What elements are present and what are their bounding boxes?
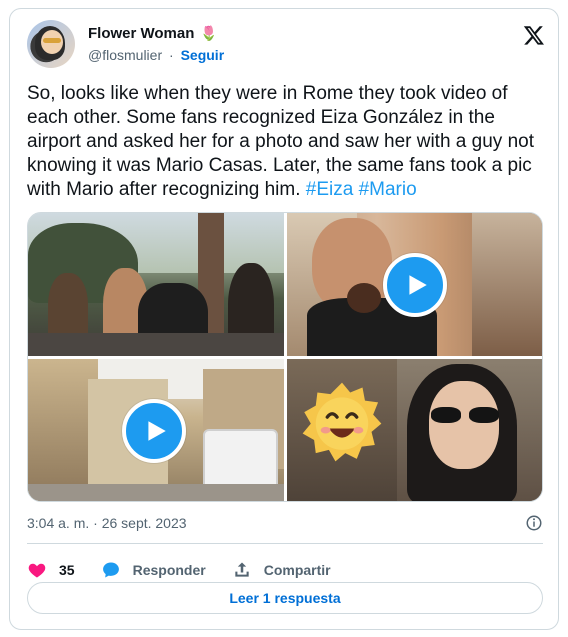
follow-button[interactable]: Seguir (181, 47, 225, 63)
separator: · (169, 47, 174, 63)
tweet-meta: 3:04 a. m. · 26 sept. 2023 (27, 512, 543, 534)
tweet-text: So, looks like when they were in Rome th… (27, 82, 543, 202)
media-video[interactable] (287, 213, 542, 356)
tulip-emoji-icon: 🌷 (200, 25, 218, 41)
heart-icon (28, 563, 46, 578)
share-button[interactable]: Compartir (232, 560, 331, 580)
tweet-body: So, looks like when they were in Rome th… (27, 83, 534, 200)
play-video-button[interactable] (122, 399, 186, 463)
play-icon (409, 275, 427, 295)
reply-label: Responder (132, 562, 206, 578)
hashtag-link[interactable]: #Mario (359, 179, 417, 200)
author-handle-row: @flosmulier · Seguir (88, 47, 224, 63)
media-photo[interactable] (287, 359, 542, 501)
read-replies-button[interactable]: Leer 1 respuesta (27, 582, 543, 614)
avatar[interactable] (27, 20, 75, 68)
speech-bubble-icon (102, 562, 119, 578)
smiling-emoji-icon (302, 382, 382, 462)
play-video-button[interactable] (383, 253, 447, 317)
divider (27, 543, 543, 544)
info-icon[interactable] (525, 514, 543, 532)
timestamp[interactable]: 3:04 a. m. · 26 sept. 2023 (27, 515, 187, 531)
media-grid (27, 212, 543, 502)
share-label: Compartir (263, 562, 331, 578)
media-video[interactable] (28, 359, 284, 501)
like-button[interactable]: 35 (27, 560, 75, 580)
author-name[interactable]: Flower Woman (88, 25, 194, 42)
x-logo-icon[interactable] (523, 24, 545, 46)
play-icon (148, 421, 166, 441)
tweet-card: Flower Woman 🌷 @flosmulier · Seguir So, … (9, 8, 559, 630)
tweet-header: Flower Woman 🌷 @flosmulier · Seguir (27, 20, 545, 70)
media-photo[interactable] (28, 213, 284, 356)
author-handle[interactable]: @flosmulier (88, 47, 162, 63)
like-count: 35 (59, 562, 75, 578)
reply-button[interactable]: Responder (101, 560, 206, 580)
hashtag-link[interactable]: #Eiza (306, 179, 354, 200)
author-name-row[interactable]: Flower Woman 🌷 (88, 25, 218, 42)
share-icon (235, 562, 249, 577)
